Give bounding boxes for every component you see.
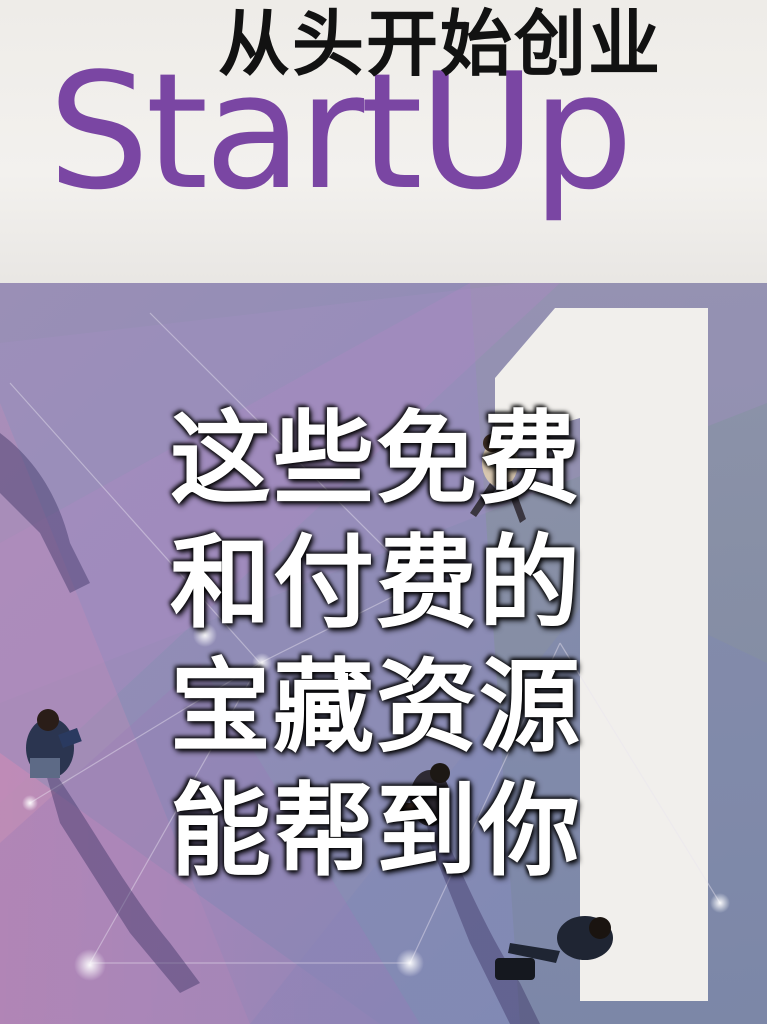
headline-line-3: 宝藏资源 [170,647,583,766]
cover-page: StartUp 从头开始创业 这些免费 和付费的 宝藏资源 能帮到你 [0,0,767,1024]
headline-line-2: 和付费的 [170,523,583,642]
header-band: StartUp 从头开始创业 [0,0,767,290]
headline-line-1: 这些免费 [170,399,583,518]
headline: 这些免费 和付费的 宝藏资源 能帮到你 [170,397,610,893]
headline-line-4: 能帮到你 [170,771,583,890]
series-title: 从头开始创业 [218,1,663,86]
